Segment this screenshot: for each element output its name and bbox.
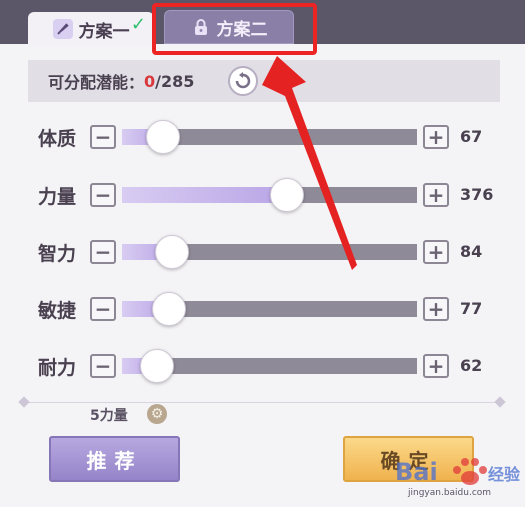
potential-max: /285 [155, 71, 195, 91]
decrease-button[interactable]: − [90, 354, 116, 378]
stat-slider-knob[interactable] [140, 349, 174, 383]
stat-value: 62 [460, 356, 483, 375]
stat-label: 体质 [38, 128, 77, 150]
increase-button[interactable]: + [423, 125, 449, 149]
increase-button[interactable]: + [423, 297, 449, 321]
stat-value: 376 [460, 185, 494, 204]
reset-icon [235, 72, 251, 89]
stat-slider-knob[interactable] [152, 292, 186, 326]
quill-icon [52, 19, 73, 39]
stat-value: 67 [460, 127, 483, 146]
potential-current: 0 [144, 71, 156, 91]
svg-text:Bai: Bai [395, 458, 438, 486]
svg-text:经验: 经验 [488, 465, 521, 484]
tab-plan-one[interactable]: 方案一 ✓ [28, 12, 154, 46]
gear-icon[interactable]: ⚙ [147, 404, 167, 424]
stat-slider-knob[interactable] [155, 235, 189, 269]
highlight-box [152, 3, 317, 55]
decrease-button[interactable]: − [90, 240, 116, 264]
stat-slider-knob[interactable] [270, 178, 304, 212]
watermark-url: jingyan.baidu.com [408, 488, 492, 498]
recommend-button[interactable]: 推荐 [49, 436, 180, 482]
stat-value: 84 [460, 242, 483, 261]
increase-button[interactable]: + [423, 354, 449, 378]
divider-ornament-right [494, 396, 506, 408]
decrease-button[interactable]: − [90, 183, 116, 207]
increase-button[interactable]: + [423, 240, 449, 264]
reset-button[interactable] [228, 66, 258, 96]
stat-value: 77 [460, 299, 483, 318]
stat-slider-knob[interactable] [146, 120, 180, 154]
divider [22, 402, 500, 403]
divider-ornament-left [18, 396, 30, 408]
increase-button[interactable]: + [423, 183, 449, 207]
decrease-button[interactable]: − [90, 297, 116, 321]
tab-plan-one-label: 方案一 [78, 21, 130, 42]
stat-label: 力量 [38, 186, 77, 208]
stat-label: 智力 [38, 243, 77, 265]
stat-label: 耐力 [38, 357, 77, 379]
potential-label: 可分配潜能： [48, 73, 145, 92]
stat-slider-fill [122, 187, 287, 203]
potential-bar: 可分配潜能： 0 /285 [28, 60, 500, 102]
decrease-button[interactable]: − [90, 125, 116, 149]
stat-label: 敏捷 [38, 300, 77, 322]
check-icon: ✓ [130, 14, 146, 35]
hint-text: 5力量 [90, 408, 128, 424]
